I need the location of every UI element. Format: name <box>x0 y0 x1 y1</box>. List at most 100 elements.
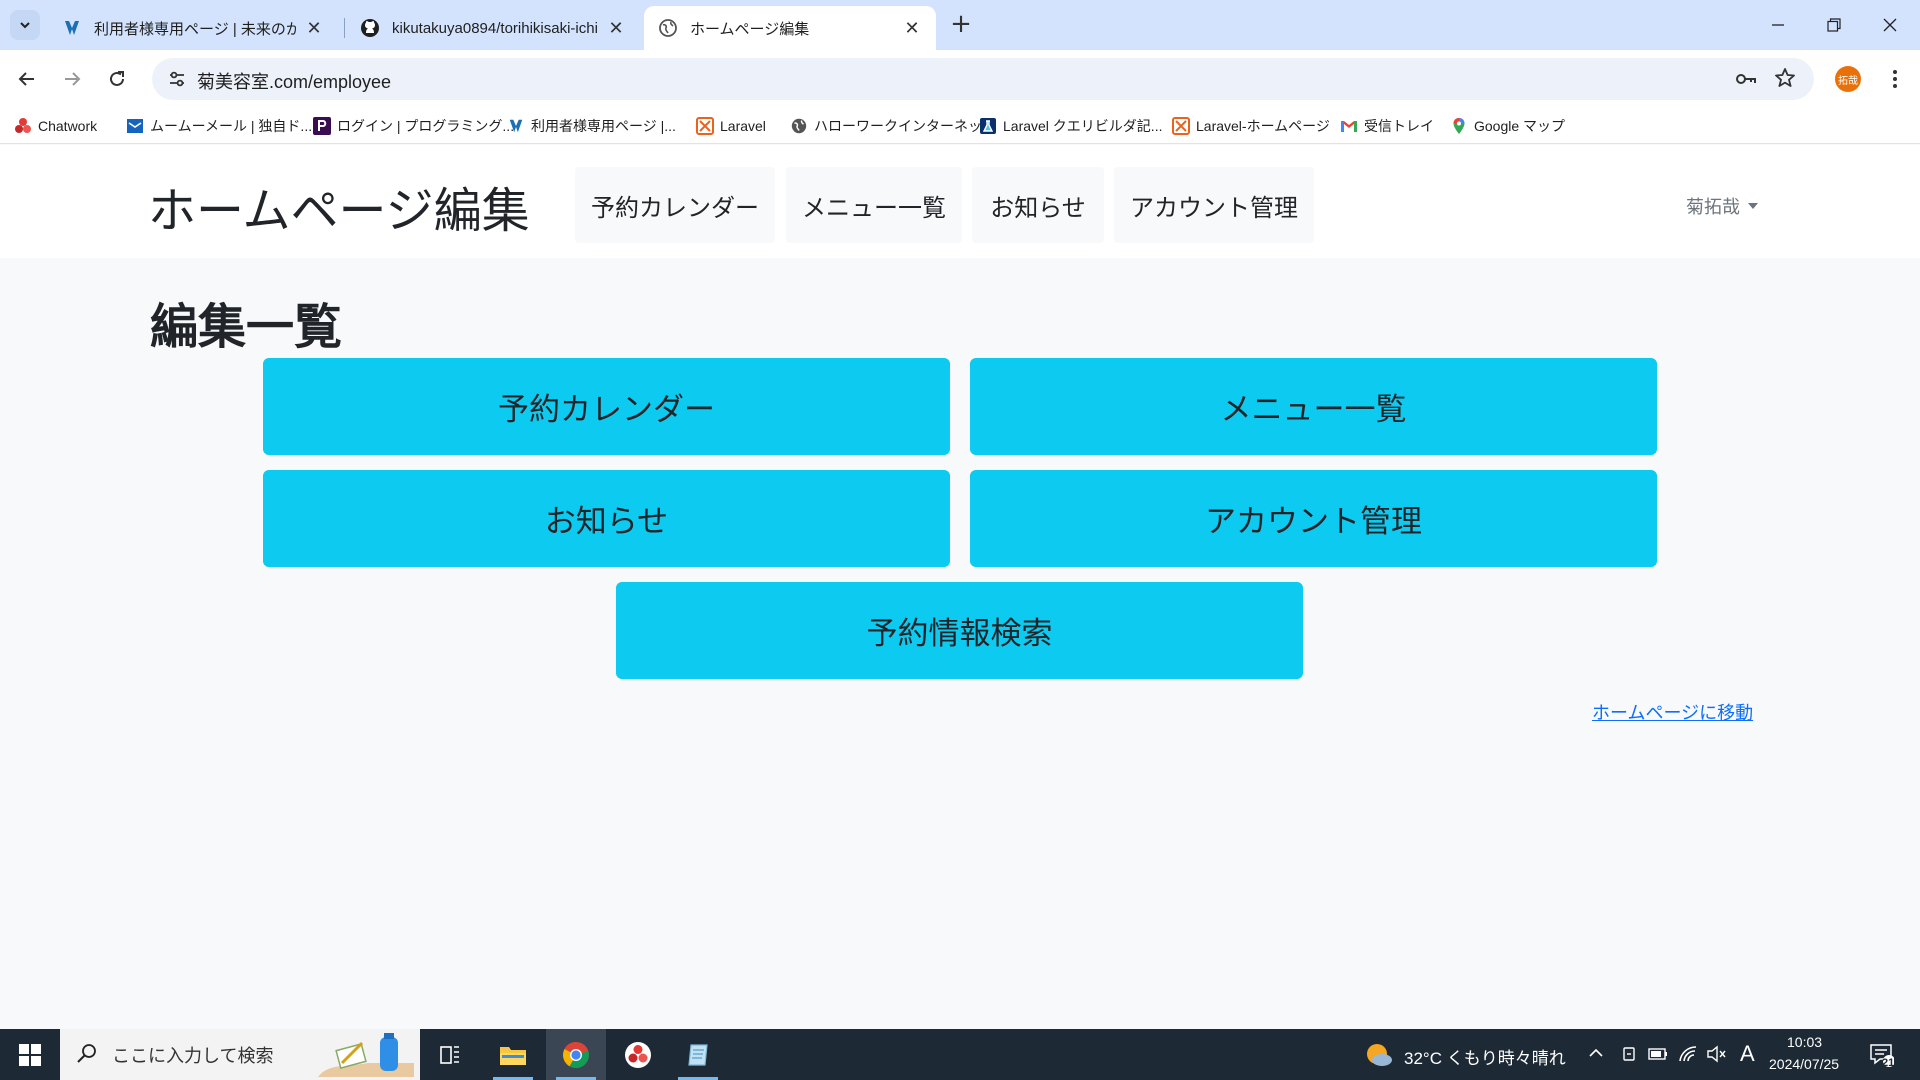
tab-strip: 利用者様専用ページ | 未来のかたち ✕ kikutakuya0894/tori… <box>0 0 1920 50</box>
window-close-button[interactable] <box>1862 8 1918 42</box>
address-bar[interactable]: 菊美容室.com/employee <box>152 58 1814 100</box>
map-pin-icon <box>1450 117 1468 135</box>
bookmark-laravel-query[interactable]: Laravel クエリビルダ記... <box>979 116 1162 136</box>
nav-link-news[interactable]: お知らせ <box>972 167 1104 243</box>
restore-icon <box>1827 18 1841 32</box>
menu-list-button[interactable]: メニュー一覧 <box>970 358 1657 455</box>
bookmark-label: ハローワークインターネッ... <box>814 118 994 134</box>
globe-icon <box>658 18 678 38</box>
nav-link-menu-list[interactable]: メニュー一覧 <box>786 167 962 243</box>
back-button[interactable] <box>10 62 44 96</box>
brand-icon <box>62 18 82 38</box>
clock-date[interactable]: 2024/07/25 <box>1769 1056 1839 1072</box>
restore-button[interactable] <box>1806 8 1862 42</box>
task-view-button[interactable] <box>420 1029 480 1080</box>
bookmark-laravel-homepage[interactable]: Laravel-ホームページ <box>1172 116 1330 136</box>
close-icon[interactable]: ✕ <box>304 18 324 39</box>
taskbar-notes-app[interactable] <box>668 1029 728 1080</box>
chatwork-icon <box>14 117 32 135</box>
bookmark-label: Chatwork <box>38 118 98 134</box>
wifi-icon[interactable] <box>1678 1045 1698 1063</box>
weather-icon[interactable] <box>1364 1041 1394 1069</box>
key-icon[interactable] <box>1734 67 1758 95</box>
taskbar-chrome[interactable] <box>546 1029 606 1080</box>
bookmarks-bar: Chatwork ムームーメール | 独自ド... ログイン | プログラミング… <box>0 108 1920 144</box>
go-to-homepage-link[interactable]: ホームページに移動 <box>1592 699 1753 725</box>
user-name: 菊拓哉 <box>1686 197 1740 218</box>
arrow-right-icon <box>65 72 81 86</box>
globe-icon <box>790 117 808 135</box>
profile-avatar[interactable]: 拓哉 <box>1835 66 1861 92</box>
caret-down-icon <box>1748 203 1758 209</box>
ime-indicator[interactable]: A <box>1740 1041 1755 1067</box>
search-placeholder: ここに入力して検索 <box>112 1045 274 1066</box>
tab-2[interactable]: kikutakuya0894/torihikisaki-ichiran ✕ <box>346 6 640 50</box>
chevron-down-icon <box>20 22 30 29</box>
speaker-muted-icon[interactable] <box>1706 1045 1726 1063</box>
windows-taskbar: ここに入力して検索 32°C くもり時々晴れ A 10:03 2024/07/2… <box>0 1029 1920 1080</box>
close-icon[interactable]: ✕ <box>902 18 922 39</box>
tab-search-button[interactable] <box>10 10 40 40</box>
nav-link-reservation-calendar[interactable]: 予約カレンダー <box>575 167 775 243</box>
tab-title: 利用者様専用ページ | 未来のかたち <box>94 20 296 38</box>
meet-now-icon[interactable] <box>1620 1045 1638 1063</box>
browser-menu-button[interactable] <box>1880 64 1910 94</box>
gmail-icon <box>1340 117 1358 135</box>
bookmark-programming-login[interactable]: ログイン | プログラミング... <box>313 116 514 136</box>
bookmark-google-maps[interactable]: Google マップ <box>1450 116 1565 136</box>
browser-toolbar: 菊美容室.com/employee <box>0 50 1920 108</box>
page-content: ホームページ編集 予約カレンダー メニュー一覧 お知らせ アカウント管理 菊拓哉… <box>0 145 1920 1029</box>
weather-text[interactable]: 32°C くもり時々晴れ <box>1404 1044 1566 1069</box>
navbar-brand[interactable]: ホームページ編集 <box>148 171 530 241</box>
tab-title: ホームページ編集 <box>690 20 810 38</box>
clock-time[interactable]: 10:03 <box>1787 1034 1822 1050</box>
close-icon <box>1883 18 1897 32</box>
user-dropdown[interactable]: 菊拓哉 <box>1686 193 1758 219</box>
nav-link-account-management[interactable]: アカウント管理 <box>1114 167 1314 243</box>
more-vertical-icon <box>1893 70 1897 88</box>
bookmark-user-page[interactable]: 利用者様専用ページ |... <box>507 116 676 136</box>
brand-icon <box>507 117 525 135</box>
reservation-calendar-button[interactable]: 予約カレンダー <box>263 358 950 455</box>
taskbar-file-explorer[interactable] <box>483 1029 543 1080</box>
bookmark-laravel[interactable]: Laravel <box>696 116 766 136</box>
reload-icon <box>110 71 124 86</box>
site-settings-icon[interactable] <box>160 62 194 96</box>
news-button[interactable]: お知らせ <box>263 470 950 567</box>
bookmark-gmail-inbox[interactable]: 受信トレイ <box>1340 116 1434 136</box>
task-view-icon <box>440 1045 459 1064</box>
mail-icon <box>126 117 144 135</box>
tab-divider <box>344 18 345 38</box>
minimize-button[interactable] <box>1750 8 1806 42</box>
search-icon <box>76 1042 98 1068</box>
forward-button[interactable] <box>55 62 89 96</box>
bookmark-label: Laravel-ホームページ <box>1196 118 1330 134</box>
bookmark-label: Laravel クエリビルダ記... <box>1003 118 1163 134</box>
reservation-search-button[interactable]: 予約情報検索 <box>616 582 1303 679</box>
notes-app-icon <box>688 1043 708 1066</box>
site-navbar: ホームページ編集 予約カレンダー メニュー一覧 お知らせ アカウント管理 菊拓哉 <box>0 145 1920 258</box>
tab-3-active[interactable]: ホームページ編集 ✕ <box>644 6 936 50</box>
start-button[interactable] <box>0 1029 60 1080</box>
taskbar-search-box[interactable]: ここに入力して検索 <box>60 1029 420 1080</box>
reload-button[interactable] <box>100 62 134 96</box>
account-management-button[interactable]: アカウント管理 <box>970 470 1657 567</box>
close-icon[interactable]: ✕ <box>606 18 626 39</box>
url-text: 菊美容室.com/employee <box>197 72 392 92</box>
bookmark-muumuu-mail[interactable]: ムームーメール | 独自ド... <box>126 116 312 136</box>
chevron-up-icon[interactable] <box>1588 1045 1604 1061</box>
chrome-icon <box>563 1041 589 1068</box>
battery-icon[interactable] <box>1648 1046 1668 1062</box>
new-tab-button[interactable]: + <box>948 11 974 38</box>
bookmark-star-icon[interactable] <box>1773 66 1797 94</box>
bookmark-hellowork[interactable]: ハローワークインターネッ... <box>790 116 994 136</box>
windows-logo-icon <box>19 1043 41 1066</box>
bookmark-chatwork[interactable]: Chatwork <box>14 116 97 136</box>
bookmark-label: ムームーメール | 独自ド... <box>150 118 313 134</box>
tab-1[interactable]: 利用者様専用ページ | 未来のかたち ✕ <box>48 6 338 50</box>
bookmark-label: 受信トレイ <box>1364 118 1434 134</box>
laravel-icon <box>696 117 714 135</box>
bookmark-label: 利用者様専用ページ |... <box>531 118 676 134</box>
taskbar-chatwork[interactable] <box>608 1029 668 1080</box>
laravel-icon <box>1172 117 1190 135</box>
